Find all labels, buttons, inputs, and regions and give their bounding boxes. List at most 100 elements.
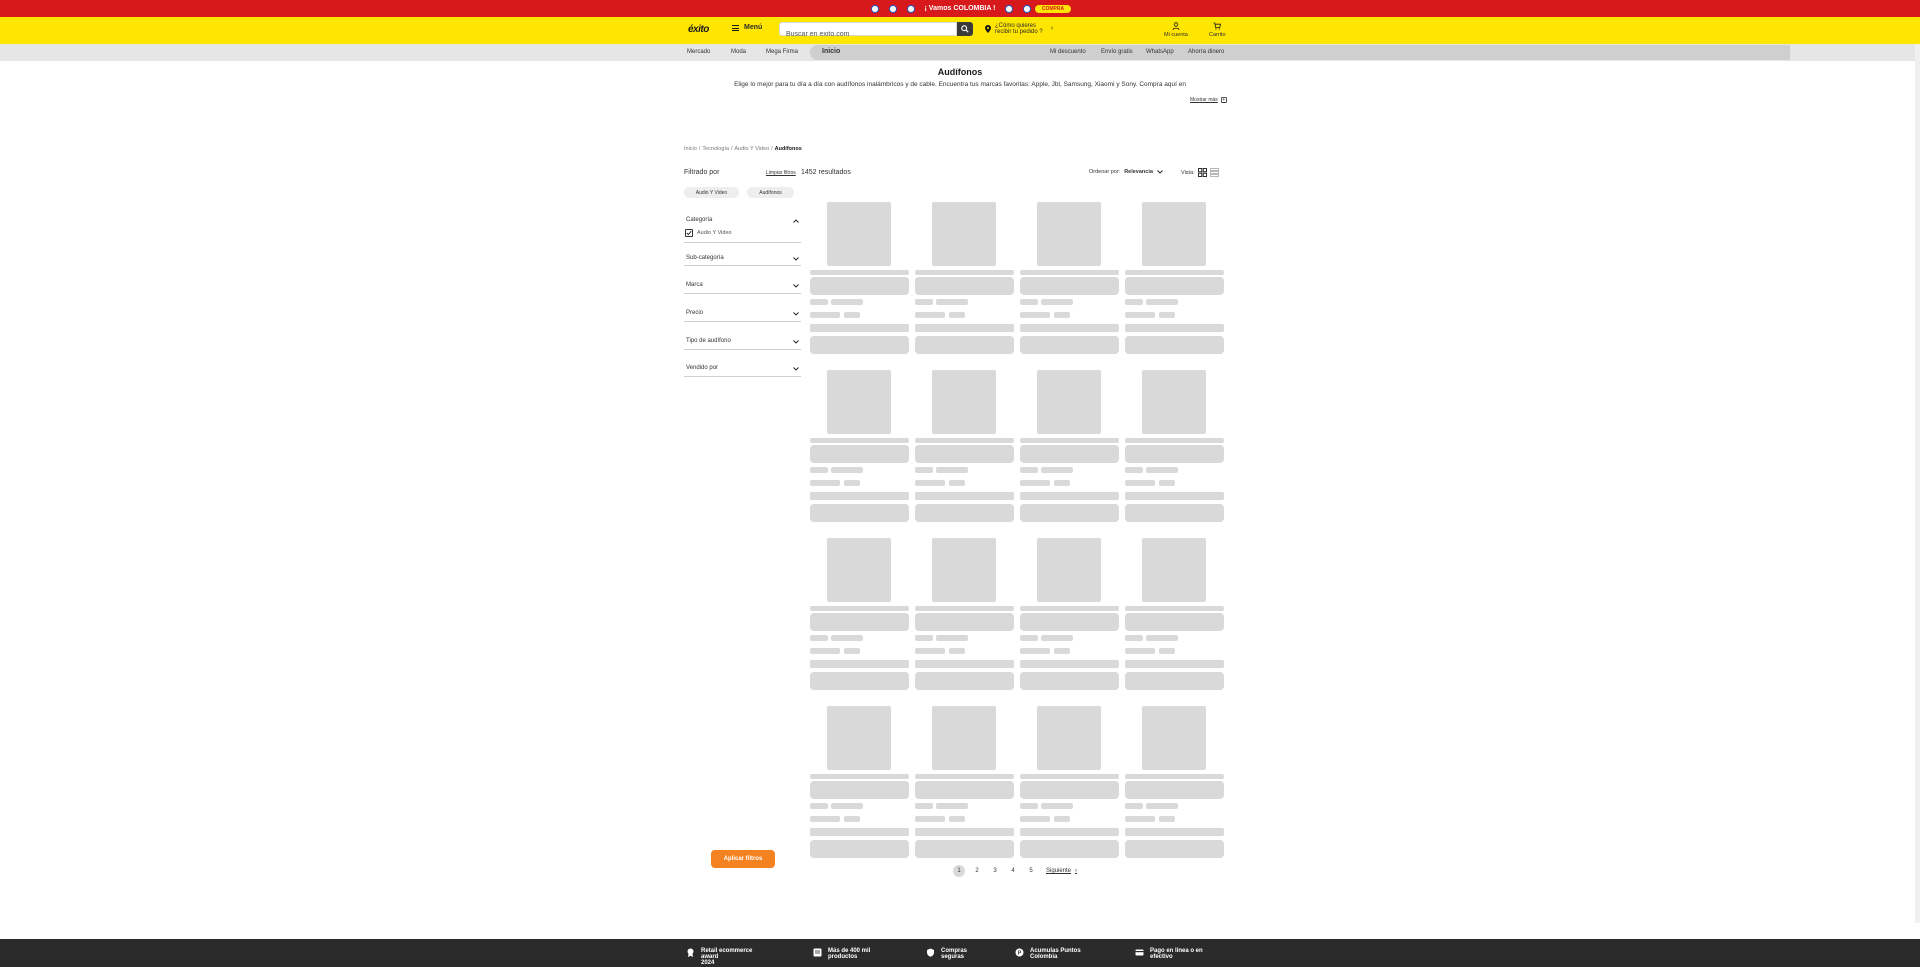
price-placeholder: [1159, 816, 1175, 822]
footer-benefits: Retail ecommerce award 2024 Más de 400 mi…: [0, 939, 1920, 967]
rating-placeholder: [1020, 635, 1038, 641]
breadcrumb-item[interactable]: Tecnología: [702, 146, 729, 152]
rating-placeholder: [831, 635, 863, 641]
product-title-placeholder: [810, 277, 909, 295]
product-image-placeholder: [1037, 370, 1101, 434]
product-card-skeleton: [915, 202, 1014, 354]
apply-filters-button[interactable]: Aplicar filtros: [711, 850, 775, 868]
category-option[interactable]: Audio Y Video: [685, 229, 732, 237]
price-placeholder: [949, 312, 965, 318]
rating-placeholder: [1146, 803, 1178, 809]
footer-item-line: Retail ecommerce award: [701, 948, 753, 960]
search-button[interactable]: [957, 22, 973, 36]
user-icon: [1172, 22, 1180, 30]
product-title-placeholder: [810, 781, 909, 799]
sort-selector[interactable]: Ordenar por: Relevancia: [1089, 169, 1163, 175]
product-image-placeholder: [827, 370, 891, 434]
promo-buy-button[interactable]: COMPRA: [1035, 5, 1071, 13]
rating-placeholder: [810, 299, 828, 305]
breadcrumb-item[interactable]: Audio Y Video: [735, 146, 770, 152]
cart-button[interactable]: Carrito: [1209, 22, 1226, 38]
add-to-cart-placeholder: [1125, 504, 1224, 522]
menu-button[interactable]: Menú: [732, 24, 762, 31]
nav-link-mi-descuento[interactable]: Mi descuento: [1050, 49, 1086, 55]
facet-precio[interactable]: Precio: [684, 305, 801, 322]
grid-view-icon[interactable]: [1197, 168, 1207, 177]
show-more-link[interactable]: Mostrar más +: [1190, 97, 1227, 103]
seller-placeholder: [915, 660, 1014, 668]
category-option-label: Audio Y Video: [697, 230, 732, 236]
breadcrumb-item[interactable]: Inicio: [684, 146, 697, 152]
product-title-placeholder: [810, 613, 909, 631]
product-title-placeholder: [1125, 781, 1224, 799]
footer-item-points: P Acumulas Puntos Colombia: [1015, 948, 1090, 960]
nav-link-mercado[interactable]: Mercado: [687, 49, 710, 55]
sub-navigation: Mercado Moda Mega Firma Inicio Mi descue…: [0, 44, 1920, 61]
page-button-4[interactable]: 4: [1004, 865, 1022, 877]
nav-link-inicio[interactable]: Inicio: [822, 48, 840, 55]
delivery-selector[interactable]: ¿Cómo quieres recibir tu pedido ? ›: [985, 23, 1053, 35]
nav-link-mega-firma[interactable]: Mega Firma: [766, 49, 798, 55]
main-header: éxito Menú ¿Cómo quieres recibir tu pedi…: [0, 17, 1920, 44]
product-title-placeholder: [1020, 445, 1119, 463]
page-button-3[interactable]: 3: [986, 865, 1004, 877]
exito-logo[interactable]: éxito: [688, 24, 709, 35]
price-placeholder: [1020, 648, 1050, 654]
award-icon: [687, 948, 694, 957]
page-button-1[interactable]: 1: [953, 865, 965, 877]
show-more-label: Mostrar más: [1190, 97, 1218, 103]
product-brand-placeholder: [1125, 606, 1224, 611]
add-to-cart-placeholder: [1020, 840, 1119, 858]
rating-placeholder: [936, 803, 968, 809]
account-button[interactable]: Mi cuenta: [1164, 22, 1188, 38]
nav-link-moda[interactable]: Moda: [731, 49, 746, 55]
seller-placeholder: [1125, 324, 1224, 332]
nav-link-whatsapp[interactable]: WhatsApp: [1146, 49, 1174, 55]
breadcrumb-separator: /: [730, 146, 733, 152]
seller-placeholder: [810, 660, 909, 668]
product-image-placeholder: [827, 538, 891, 602]
facet-tipo-audifono[interactable]: Tipo de audífono: [684, 333, 801, 350]
price-placeholder: [844, 480, 860, 486]
facet-subcategoria[interactable]: Sub-categoría: [684, 250, 801, 266]
cart-label: Carrito: [1209, 32, 1226, 38]
seller-placeholder: [1020, 492, 1119, 500]
add-to-cart-placeholder: [810, 504, 909, 522]
facet-title: Categoría: [686, 217, 713, 223]
shield-icon: [927, 948, 934, 957]
view-toggle: Vista:: [1181, 168, 1219, 177]
page-button-2[interactable]: 2: [968, 865, 986, 877]
seller-placeholder: [810, 828, 909, 836]
product-brand-placeholder: [1020, 606, 1119, 611]
next-page-button[interactable]: Siguiente ›: [1046, 868, 1077, 874]
search-box[interactable]: [779, 22, 957, 41]
facet-marca[interactable]: Marca: [684, 277, 801, 294]
nav-link-envio-gratis[interactable]: Envío gratis: [1101, 49, 1133, 55]
product-card-skeleton: [810, 370, 909, 522]
product-title-placeholder: [1020, 781, 1119, 799]
promo-banner[interactable]: ¡ Vamos COLOMBIA ! COMPRA: [0, 0, 1920, 17]
page-scrollbar[interactable]: [1915, 44, 1920, 923]
list-view-icon[interactable]: [1209, 168, 1219, 177]
facet-title: Vendido por: [686, 365, 719, 371]
price-placeholder: [810, 816, 840, 822]
facet-vendido-por[interactable]: Vendido por: [684, 360, 801, 377]
checkbox-checked[interactable]: [685, 229, 693, 237]
filter-chip-audio-video[interactable]: Audio Y Video: [684, 187, 739, 198]
search-input[interactable]: [780, 28, 956, 41]
card-icon: [1135, 949, 1144, 956]
promo-text: ¡ Vamos COLOMBIA !: [924, 5, 996, 12]
product-brand-placeholder: [810, 606, 909, 611]
page-button-5[interactable]: 5: [1022, 865, 1040, 877]
nav-link-ahorra-dinero[interactable]: Ahorra dinero: [1188, 49, 1224, 55]
add-to-cart-placeholder: [915, 672, 1014, 690]
price-placeholder: [1159, 648, 1175, 654]
results-count: 1452 resultados: [801, 169, 851, 176]
filter-chip-audifonos[interactable]: Audífonos: [747, 187, 794, 198]
product-card-skeleton: [1020, 370, 1119, 522]
clear-filters-link[interactable]: Limpiar filtros: [766, 170, 796, 176]
rating-placeholder: [810, 467, 828, 473]
plus-icon: +: [1220, 97, 1227, 103]
ball-icon: [906, 4, 915, 13]
product-card-skeleton: [915, 706, 1014, 858]
